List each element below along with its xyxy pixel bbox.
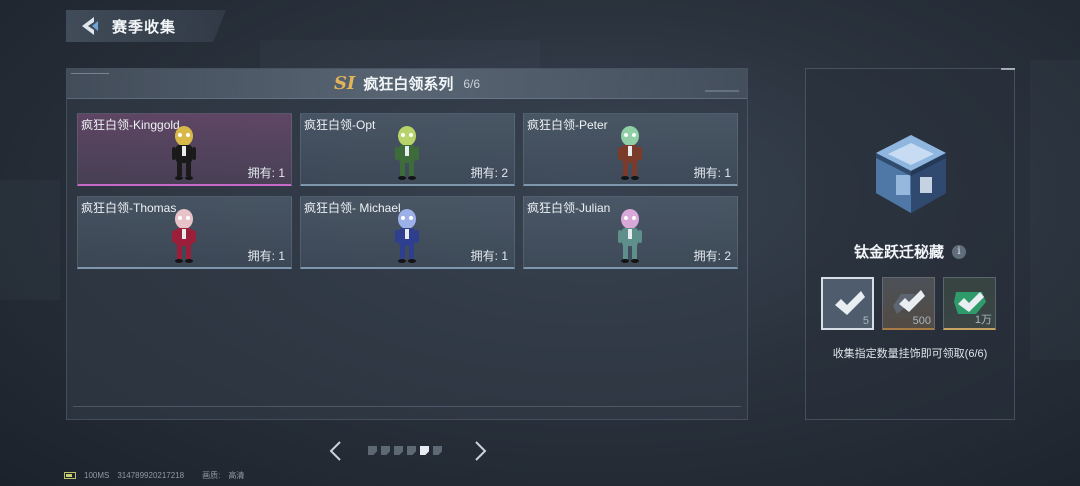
- reward-tier[interactable]: 5: [821, 277, 874, 330]
- back-arrow-icon[interactable]: [74, 10, 106, 42]
- owned-count: 拥有: 1: [693, 166, 731, 180]
- owned-count: 拥有: 1: [470, 249, 508, 263]
- collection-panel: SI 疯狂白领系列 6/6 疯狂白领-Kinggold 拥有: 1 疯狂白领-O…: [66, 68, 748, 420]
- character-figure-icon: [618, 126, 642, 180]
- reward-tier[interactable]: 1万: [943, 277, 996, 330]
- item-name: 疯狂白领-Opt: [304, 118, 376, 132]
- character-figure-icon: [172, 126, 196, 180]
- latency-text: 100MS: [84, 471, 110, 480]
- item-grid: 疯狂白领-Kinggold 拥有: 1 疯狂白领-Opt 拥有: 2 疯狂白领-…: [77, 113, 738, 269]
- info-icon[interactable]: i: [952, 244, 966, 259]
- page-indicator: [368, 446, 442, 455]
- item-name: 疯狂白领-Peter: [527, 118, 608, 132]
- page-title: 赛季收集: [112, 18, 177, 36]
- prev-page-arrow-icon[interactable]: [328, 440, 344, 462]
- page-dot[interactable]: [381, 446, 390, 455]
- battery-icon: [64, 472, 76, 479]
- pagination: [328, 440, 488, 462]
- character-figure-icon: [395, 209, 419, 263]
- reward-panel: 钛金跃迁秘藏 i 5 500 1万 收集指定数量挂饰即可领取(6/6): [805, 68, 1015, 420]
- item-name: 疯狂白领-Thomas: [81, 201, 177, 215]
- series-title: 疯狂白领系列: [363, 76, 454, 93]
- reward-tier[interactable]: 500: [882, 277, 935, 330]
- item-card[interactable]: 疯狂白领-Thomas 拥有: 1: [77, 196, 292, 269]
- tier-quantity: 500: [912, 315, 931, 327]
- season-badge: SI: [333, 73, 356, 94]
- header-decoration: [71, 73, 109, 75]
- owned-count: 拥有: 2: [470, 166, 508, 180]
- item-name: 疯狂白领-Julian: [527, 201, 611, 215]
- owned-count: 拥有: 1: [247, 249, 285, 263]
- titanium-chest-icon[interactable]: [868, 131, 954, 217]
- quality-value: 高清: [228, 471, 245, 480]
- character-figure-icon: [618, 209, 642, 263]
- panel-corner-decoration: [1001, 68, 1015, 70]
- item-card[interactable]: 疯狂白领-Opt 拥有: 2: [300, 113, 515, 186]
- page-dot[interactable]: [433, 446, 442, 455]
- page-dot[interactable]: [407, 446, 416, 455]
- item-card[interactable]: 疯狂白领-Peter 拥有: 1: [523, 113, 738, 186]
- quality-label: 画质:: [202, 471, 221, 480]
- status-footer: 100MS 314789920217218 画质: 高清: [64, 470, 244, 481]
- tier-quantity: 1万: [974, 314, 992, 326]
- page-header: 赛季收集: [66, 10, 226, 42]
- tier-quantity: 5: [862, 315, 869, 327]
- page-dot[interactable]: [420, 446, 429, 455]
- item-card[interactable]: 疯狂白领- Michael 拥有: 1: [300, 196, 515, 269]
- check-icon: [893, 290, 925, 314]
- item-card[interactable]: 疯狂白领-Julian 拥有: 2: [523, 196, 738, 269]
- page-dot[interactable]: [368, 446, 377, 455]
- reward-description: 收集指定数量挂饰即可领取(6/6): [832, 348, 988, 360]
- header-decoration: [705, 90, 739, 92]
- series-header: SI 疯狂白领系列 6/6: [67, 69, 747, 99]
- reward-title-row: 钛金跃迁秘藏 i: [806, 241, 1014, 262]
- character-figure-icon: [172, 209, 196, 263]
- player-id: 314789920217218: [117, 471, 185, 480]
- item-card[interactable]: 疯狂白领-Kinggold 拥有: 1: [77, 113, 292, 186]
- panel-divider: [73, 406, 741, 407]
- owned-count: 拥有: 1: [247, 166, 285, 180]
- character-figure-icon: [395, 126, 419, 180]
- next-page-arrow-icon[interactable]: [472, 440, 488, 462]
- page-dot[interactable]: [394, 446, 403, 455]
- reward-tiers: 5 500 1万: [821, 277, 996, 330]
- owned-count: 拥有: 2: [693, 249, 731, 263]
- check-icon: [835, 291, 865, 315]
- reward-name: 钛金跃迁秘藏: [853, 244, 944, 261]
- series-count: 6/6: [463, 76, 481, 91]
